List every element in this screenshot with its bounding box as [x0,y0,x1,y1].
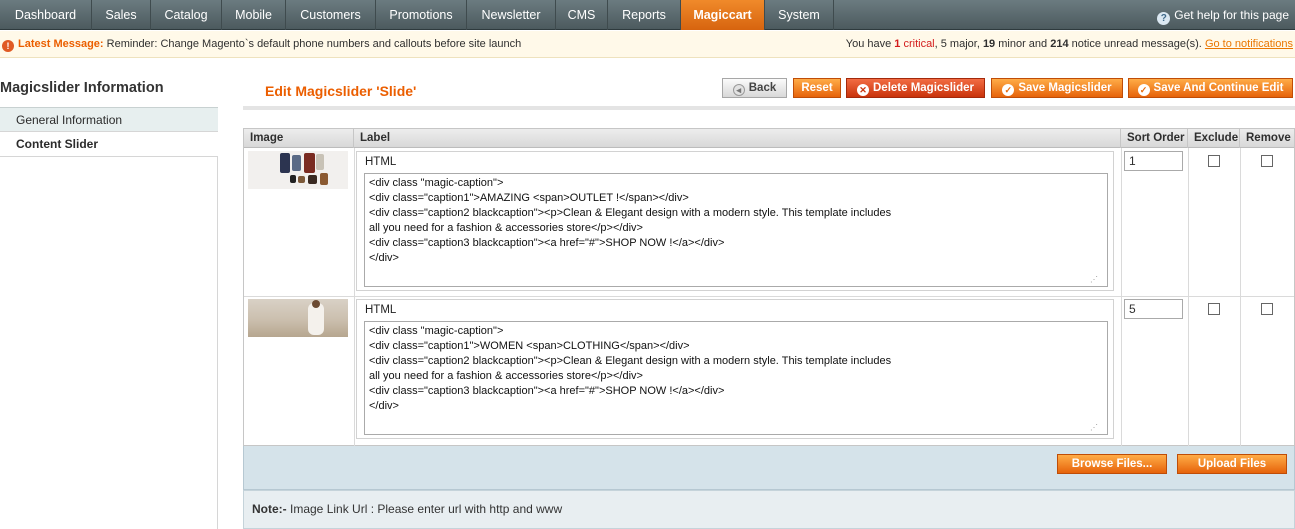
thumb-shape [292,155,301,171]
nav-newsletter[interactable]: Newsletter [467,0,556,30]
tab-general-information[interactable]: General Information [0,107,218,132]
nav-reports[interactable]: Reports [608,0,681,30]
resize-grip-icon[interactable]: ⋰ [1090,275,1098,284]
exclude-checkbox[interactable] [1208,303,1220,315]
back-button[interactable]: ◂ Back [722,78,787,98]
browse-files-button[interactable]: Browse Files... [1057,454,1167,474]
go-to-notifications-link[interactable]: Go to notifications [1205,38,1293,50]
save-continue-check-icon: ✓ [1137,84,1150,96]
nav-dashboard[interactable]: Dashboard [0,0,92,30]
latest-message-label: Latest Message: [18,38,104,50]
nav-mobile[interactable]: Mobile [222,0,286,30]
minor-word: minor and [995,38,1051,50]
grid-divider [1121,148,1122,446]
remove-checkbox[interactable] [1261,155,1273,167]
slide-image-thumbnail [248,299,348,337]
message-summary: You have 1 critical, 5 major, 19 minor a… [846,31,1293,57]
col-label: Label [354,129,1121,148]
summary-prefix: You have [845,38,895,50]
save-button[interactable]: ✓ Save Magicslider [991,78,1123,98]
nav-magiccart[interactable]: Magiccart [681,0,765,30]
slide-label-cell: HTML <div class "magic-caption"> <div cl… [356,151,1114,291]
html-textarea[interactable]: <div class "magic-caption"> <div class="… [364,321,1108,435]
nav-catalog[interactable]: Catalog [151,0,222,30]
html-label: HTML [365,304,397,316]
thumb-shape [312,300,320,308]
sidebar-divider [217,157,218,529]
col-image: Image [244,129,354,148]
reset-button[interactable]: Reset [793,78,841,98]
grid-header: Image Label Sort Order Exclude Remove [244,129,1294,148]
help-icon: ? [1157,12,1171,25]
thumb-shape [320,173,328,185]
page-title: Edit Magicslider 'Slide' [265,83,417,99]
thumb-shape [308,175,317,184]
delete-button-label: Delete Magicslider [873,82,974,94]
thumb-shape [298,176,305,183]
nav-sales[interactable]: Sales [92,0,151,30]
major-text: , 5 major, [934,38,983,50]
grid-divider [1188,148,1189,446]
delete-icon: ✕ [857,84,869,96]
col-sort-order: Sort Order [1121,129,1188,148]
tab-content-slider[interactable]: Content Slider [0,132,218,157]
notice-word: notice unread message(s). [1068,38,1205,50]
slides-grid: Image Label Sort Order Exclude Remove HT… [243,128,1295,446]
note-label: Note:- [252,502,287,516]
save-and-continue-label: Save And Continue Edit [1153,82,1284,94]
notice-count: 214 [1050,38,1069,50]
latest-message-text: Reminder: Change Magento`s default phone… [106,38,522,50]
html-label: HTML [365,156,397,168]
save-check-icon: ✓ [1002,84,1015,96]
save-and-continue-button[interactable]: ✓ Save And Continue Edit [1128,78,1293,98]
slide-label-cell: HTML <div class "magic-caption"> <div cl… [356,299,1114,439]
upload-bar: Browse Files... Upload Files [243,446,1295,490]
thumb-shape [304,153,315,173]
col-exclude: Exclude [1188,129,1240,148]
grid-divider [1240,148,1241,446]
exclude-checkbox[interactable] [1208,155,1220,167]
nav-customers[interactable]: Customers [286,0,376,30]
remove-checkbox[interactable] [1261,303,1273,315]
row-divider [244,296,1294,297]
sidebar-title: Magicslider Information [0,80,164,96]
warning-icon: ! [2,40,14,52]
note-text: Image Link Url : Please enter url with h… [286,502,563,516]
thumb-shape [316,154,324,170]
top-navigation: Dashboard Sales Catalog Mobile Customers… [0,0,1295,30]
grid-divider [354,148,355,446]
resize-grip-icon[interactable]: ⋰ [1090,423,1098,432]
critical-word: critical [900,38,935,50]
nav-cms[interactable]: CMS [556,0,608,30]
sort-order-input[interactable]: 1 [1124,151,1183,171]
minor-count: 19 [982,38,996,50]
sort-order-input[interactable]: 5 [1124,299,1183,319]
nav-system[interactable]: System [765,0,834,30]
note-bar: Note:- Image Link Url : Please enter url… [243,490,1295,529]
slide-image-thumbnail [248,151,348,189]
thumb-shape [280,153,290,173]
message-bar: ! Latest Message: Reminder: Change Magent… [0,31,1295,58]
html-textarea[interactable]: <div class "magic-caption"> <div class="… [364,173,1108,287]
col-remove: Remove [1246,132,1291,144]
back-button-label: Back [748,82,777,94]
help-label: Get help for this page [1174,8,1289,22]
latest-message: ! Latest Message: Reminder: Change Magent… [2,31,521,57]
back-arrow-icon: ◂ [732,84,745,96]
help-link[interactable]: ? Get help for this page [1157,0,1289,30]
delete-button[interactable]: ✕ Delete Magicslider [846,78,985,98]
upload-files-button[interactable]: Upload Files [1177,454,1287,474]
title-divider [243,106,1295,110]
nav-promotions[interactable]: Promotions [376,0,467,30]
thumb-shape [290,175,296,183]
save-button-label: Save Magicslider [1018,82,1112,94]
